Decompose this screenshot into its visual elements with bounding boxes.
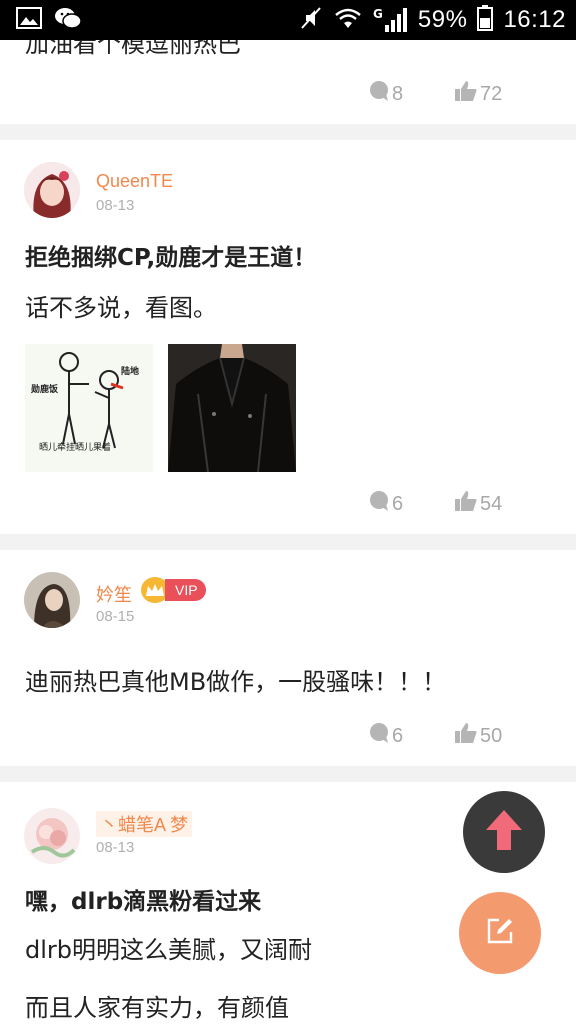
- scroll-to-top-button[interactable]: [463, 791, 545, 873]
- comment-count[interactable]: 6: [368, 722, 403, 750]
- post-body: 话不多说，看图。: [25, 294, 217, 322]
- like-count[interactable]: 72: [454, 80, 502, 108]
- post-date: 08-13: [96, 839, 135, 856]
- arrow-up-icon: [484, 808, 524, 856]
- like-icon: [454, 80, 478, 108]
- gallery-icon: [16, 7, 42, 33]
- post-image[interactable]: [168, 344, 296, 472]
- battery-icon: [477, 5, 494, 35]
- image-label: 勋鹿饭: [31, 385, 59, 395]
- edit-icon: [485, 916, 515, 950]
- avatar[interactable]: [24, 162, 80, 218]
- image-label: 陆地: [121, 367, 140, 377]
- post-card[interactable]: QueenTE 08-13 拒绝捆绑CP,勋鹿才是王道！ 话不多说，看图。 勋鹿…: [0, 140, 576, 534]
- username[interactable]: QueenTE: [96, 171, 173, 192]
- post-image[interactable]: 勋鹿饭 陆地 晒儿牵挂晒儿果着: [25, 344, 153, 472]
- post-body-line: 而且人家有实力，有颜值: [25, 994, 289, 1022]
- like-count[interactable]: 50: [454, 722, 502, 750]
- avatar[interactable]: [24, 572, 80, 628]
- post-body: 迪丽热巴真他MB做作，一股骚味！！！: [25, 668, 447, 696]
- like-count[interactable]: 54: [454, 490, 502, 518]
- username[interactable]: 妗笙: [96, 581, 132, 607]
- comment-icon: [368, 490, 390, 518]
- comment-count[interactable]: 6: [368, 490, 403, 518]
- avatar[interactable]: [24, 808, 80, 864]
- comment-count[interactable]: 8: [368, 80, 403, 108]
- post-body: dlrb明明这么美腻，又阔耐: [25, 936, 313, 964]
- mute-icon: [299, 5, 323, 35]
- clock: 16:12: [503, 6, 566, 33]
- post-card[interactable]: 妗笙 VIP 08-15 迪丽热巴真他MB做作，一股骚味！！！ 6 50: [0, 550, 576, 766]
- wifi-icon: [333, 6, 363, 34]
- post-date: 08-15: [96, 608, 135, 625]
- wechat-icon: [54, 6, 82, 34]
- signal-icon: G: [373, 7, 408, 33]
- status-bar: G 59% 16:12: [0, 0, 576, 40]
- username[interactable]: 丶蜡笔A 梦: [96, 811, 193, 837]
- post-title: 拒绝捆绑CP,勋鹿才是王道！: [25, 245, 317, 271]
- battery-percent: 59%: [417, 6, 468, 33]
- comment-icon: [368, 80, 390, 108]
- like-icon: [454, 722, 478, 750]
- image-caption: 晒儿牵挂晒儿果着: [39, 443, 112, 453]
- comment-icon: [368, 722, 390, 750]
- post-date: 08-13: [96, 197, 135, 214]
- like-icon: [454, 490, 478, 518]
- compose-post-button[interactable]: [459, 892, 541, 974]
- post-title: 嘿，dlrb滴黑粉看过来: [25, 889, 262, 915]
- vip-badge: VIP: [141, 577, 206, 603]
